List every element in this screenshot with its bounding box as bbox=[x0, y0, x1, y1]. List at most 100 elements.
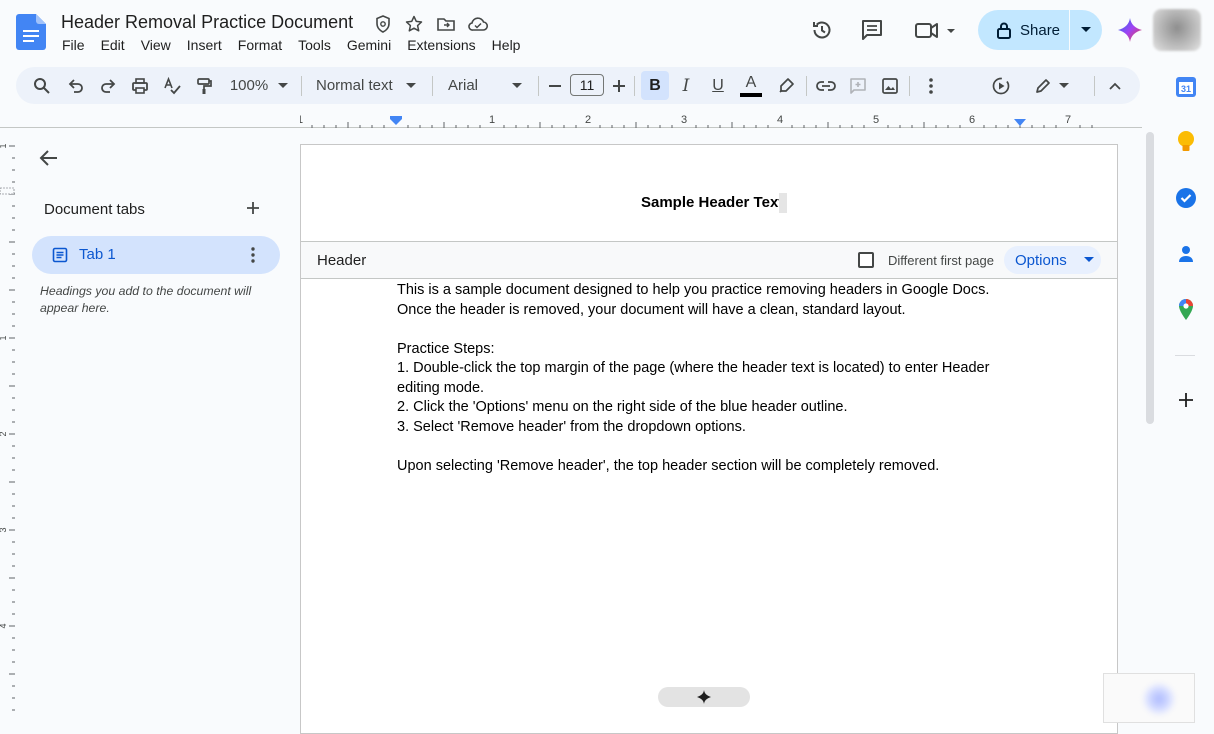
font-size-input[interactable]: 11 bbox=[570, 74, 604, 96]
hide-menus-icon[interactable] bbox=[1104, 67, 1126, 104]
ruler-mark: 7 bbox=[1065, 114, 1071, 126]
share-label: Share bbox=[1020, 21, 1061, 39]
horizontal-ruler[interactable]: 1 1 2 3 4 5 6 7 bbox=[300, 111, 1118, 129]
menu-edit[interactable]: Edit bbox=[101, 37, 132, 53]
gemini-icon[interactable] bbox=[1116, 16, 1144, 44]
docs-logo-icon[interactable] bbox=[16, 14, 46, 50]
vertical-scrollbar[interactable] bbox=[1146, 132, 1154, 424]
calendar-icon[interactable]: 31 bbox=[1174, 75, 1198, 99]
share-button[interactable]: Share bbox=[978, 10, 1102, 50]
side-panel: 31 bbox=[1155, 60, 1214, 723]
menu-file[interactable]: File bbox=[62, 37, 92, 53]
menu-gemini[interactable]: Gemini bbox=[347, 37, 398, 53]
font-value: Arial bbox=[448, 77, 479, 94]
account-avatar[interactable] bbox=[1153, 9, 1201, 51]
font-select[interactable]: Arial bbox=[444, 67, 528, 104]
insert-image-icon[interactable] bbox=[878, 67, 902, 104]
vertical-ruler[interactable]: 1 1 2 3 4 bbox=[0, 130, 16, 723]
add-tab-icon[interactable] bbox=[244, 199, 262, 217]
document-icon bbox=[52, 247, 68, 263]
gemini-refine-icon[interactable] bbox=[988, 67, 1014, 104]
paragraph-style-select[interactable]: Normal text bbox=[312, 67, 422, 104]
body-paragraph: 2. Click the 'Options' menu on the right… bbox=[397, 399, 848, 415]
document-body[interactable]: This is a sample document designed to he… bbox=[397, 281, 1017, 476]
body-paragraph: Once the header is removed, your documen… bbox=[397, 301, 906, 318]
tab-1[interactable]: Tab 1 bbox=[32, 236, 280, 274]
highlight-icon[interactable] bbox=[774, 67, 798, 104]
header-options-button[interactable]: Options bbox=[1004, 246, 1101, 274]
zoom-select[interactable]: 100% bbox=[226, 67, 292, 104]
menu-help[interactable]: Help bbox=[492, 37, 528, 53]
ruler-mark: 3 bbox=[681, 114, 687, 126]
header-edit-bar: Header Different first page Options bbox=[301, 241, 1117, 279]
ruler-mark: 4 bbox=[777, 114, 783, 126]
star-icon[interactable] bbox=[404, 14, 424, 34]
insert-comment-icon[interactable] bbox=[846, 67, 870, 104]
search-menus-icon[interactable] bbox=[30, 67, 54, 104]
lock-icon bbox=[996, 21, 1012, 39]
vruler-mark: 2 bbox=[0, 431, 8, 436]
italic-button[interactable]: I bbox=[674, 67, 698, 104]
different-first-page-label[interactable]: Different first page bbox=[888, 253, 994, 268]
back-arrow-icon[interactable] bbox=[36, 145, 62, 171]
body-paragraph bbox=[397, 320, 1017, 340]
tasks-icon[interactable] bbox=[1174, 186, 1198, 210]
left-indent-marker bbox=[390, 116, 402, 125]
document-page[interactable]: Sample Header Text Header Different firs… bbox=[300, 144, 1118, 734]
body-paragraph: 1. Double-click the top margin of the pa… bbox=[397, 360, 990, 396]
menu-bar: File Edit View Insert Format Tools Gemin… bbox=[62, 37, 536, 53]
chevron-down-icon bbox=[1083, 257, 1094, 262]
headings-hint: Headings you add to the document will ap… bbox=[40, 284, 252, 315]
keep-icon[interactable] bbox=[1174, 130, 1198, 154]
redo-icon[interactable] bbox=[96, 67, 120, 104]
increase-font-size-icon[interactable] bbox=[610, 67, 628, 104]
header-text[interactable]: Sample Header Text bbox=[641, 194, 783, 211]
underline-button[interactable]: U bbox=[706, 67, 730, 104]
menu-insert[interactable]: Insert bbox=[187, 37, 229, 53]
print-icon[interactable] bbox=[128, 67, 152, 104]
vruler-mark: 1 bbox=[0, 335, 8, 340]
text-color-button[interactable]: A bbox=[738, 67, 764, 104]
undo-icon[interactable] bbox=[64, 67, 88, 104]
version-history-icon[interactable] bbox=[808, 16, 836, 44]
bold-button[interactable]: B bbox=[641, 71, 669, 100]
body-paragraph: Upon selecting 'Remove header', the top … bbox=[397, 457, 940, 474]
cloud-saved-icon[interactable] bbox=[467, 14, 489, 34]
insert-link-icon[interactable] bbox=[813, 67, 839, 104]
document-title[interactable]: Header Removal Practice Document bbox=[61, 12, 353, 33]
right-indent-marker bbox=[1014, 119, 1026, 126]
share-main-button[interactable]: Share bbox=[978, 10, 1070, 50]
share-dropdown-button[interactable] bbox=[1070, 10, 1102, 50]
options-label: Options bbox=[1015, 251, 1067, 269]
maps-icon[interactable] bbox=[1174, 298, 1198, 322]
paint-format-icon[interactable] bbox=[192, 67, 216, 104]
pencil-icon bbox=[1036, 78, 1050, 93]
vruler-mark: 3 bbox=[0, 527, 8, 532]
menu-tools[interactable]: Tools bbox=[298, 37, 338, 53]
menu-extensions[interactable]: Extensions bbox=[407, 37, 482, 53]
menu-format[interactable]: Format bbox=[238, 37, 289, 53]
spellcheck-icon[interactable] bbox=[160, 67, 184, 104]
status-shield-icon[interactable] bbox=[373, 14, 393, 34]
gemini-help-me-write-button[interactable] bbox=[658, 687, 750, 707]
vruler-mark: 4 bbox=[0, 623, 8, 628]
body-paragraph: 3. Select 'Remove header' from the dropd… bbox=[397, 418, 746, 435]
more-options-icon[interactable] bbox=[920, 67, 942, 104]
move-folder-icon[interactable] bbox=[436, 14, 456, 34]
text-color-letter: A bbox=[745, 73, 757, 91]
zoom-value: 100% bbox=[229, 77, 269, 94]
decrease-font-size-icon[interactable] bbox=[546, 67, 564, 104]
different-first-page-checkbox[interactable] bbox=[858, 252, 874, 268]
formatting-toolbar: 100% Normal text Arial 11 B I U A bbox=[16, 67, 1140, 104]
editing-mode-select[interactable] bbox=[1032, 67, 1072, 104]
meet-icon[interactable] bbox=[912, 16, 958, 44]
text-color-swatch bbox=[740, 92, 762, 97]
menu-view[interactable]: View bbox=[141, 37, 178, 53]
svg-text:31: 31 bbox=[1181, 84, 1191, 94]
chevron-down-icon bbox=[1081, 27, 1091, 32]
contacts-icon[interactable] bbox=[1174, 242, 1198, 266]
tab-more-icon[interactable] bbox=[243, 245, 263, 265]
comments-icon[interactable] bbox=[858, 16, 886, 44]
add-addon-icon[interactable] bbox=[1174, 388, 1198, 412]
assistant-thumbnail[interactable] bbox=[1103, 673, 1195, 723]
